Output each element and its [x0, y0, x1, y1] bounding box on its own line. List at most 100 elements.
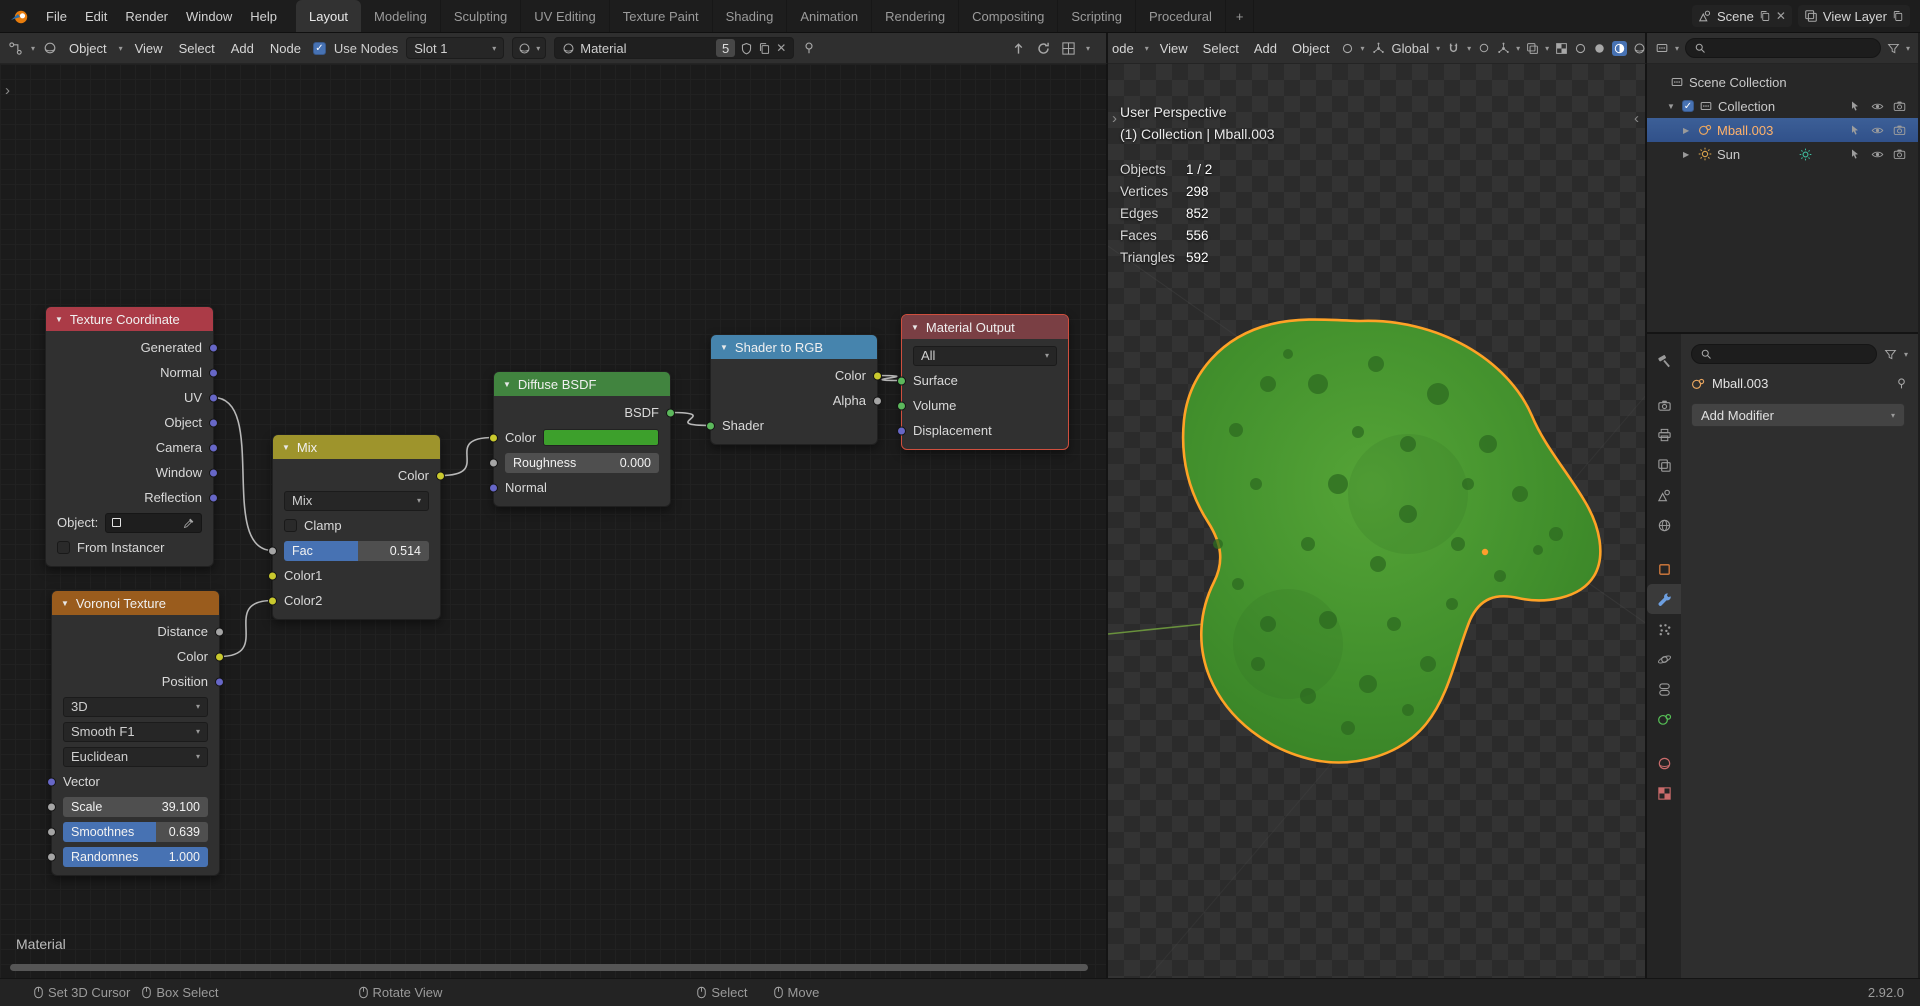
- tab-shading[interactable]: Shading: [713, 0, 788, 32]
- tab-scene-icon[interactable]: [1647, 480, 1681, 510]
- menu-select[interactable]: Select: [175, 41, 219, 56]
- tab-object-data-icon[interactable]: [1647, 704, 1681, 734]
- output-target-dropdown[interactable]: All ▾: [913, 345, 1057, 366]
- menu-window[interactable]: Window: [177, 0, 241, 32]
- socket-scale-input[interactable]: [47, 802, 56, 811]
- node-voronoi-texture[interactable]: ▼ Voronoi Texture Distance Color Positio…: [47, 590, 224, 876]
- tab-animation[interactable]: Animation: [787, 0, 873, 32]
- new-scene-icon[interactable]: [1759, 10, 1771, 22]
- tab-scripting[interactable]: Scripting: [1058, 0, 1136, 32]
- socket-uv-output[interactable]: [209, 393, 218, 402]
- hide-eye-icon[interactable]: [1866, 100, 1888, 113]
- viewport-toolbar-chevron-icon[interactable]: ›: [1112, 110, 1117, 127]
- pin-icon[interactable]: [802, 41, 816, 55]
- menu-node[interactable]: Node: [266, 41, 305, 56]
- tab-view-layer-icon[interactable]: [1647, 450, 1681, 480]
- outliner-row-mball[interactable]: ▶ Mball.003: [1647, 118, 1918, 142]
- expand-icon[interactable]: ▶: [1683, 126, 1693, 135]
- scale-value-field[interactable]: Scale 39.100: [63, 796, 208, 817]
- orientation-dropdown[interactable]: Global: [1392, 41, 1430, 56]
- node-diffuse-bsdf[interactable]: ▼ Diffuse BSDF BSDF Color Roughness 0.000…: [489, 371, 675, 507]
- show-gizmo-icon[interactable]: [1497, 42, 1510, 55]
- socket-alpha-output[interactable]: [873, 396, 882, 405]
- selectable-icon[interactable]: [1844, 100, 1866, 113]
- collapse-icon[interactable]: ▼: [61, 599, 69, 608]
- new-material-icon[interactable]: [758, 42, 771, 55]
- menu-edit[interactable]: Edit: [76, 0, 116, 32]
- socket-surface-input[interactable]: [897, 376, 906, 385]
- go-parent-node-tree-icon[interactable]: [1011, 41, 1026, 56]
- vp-menu-view[interactable]: View: [1156, 41, 1192, 56]
- expand-icon[interactable]: ▼: [1667, 102, 1677, 111]
- socket-fac-input[interactable]: [268, 546, 277, 555]
- socket-vector-input[interactable]: [47, 777, 56, 786]
- expand-icon[interactable]: ▶: [1683, 150, 1693, 159]
- voronoi-metric-dropdown[interactable]: Euclidean ▾: [63, 746, 208, 767]
- view-layer-selector[interactable]: View Layer: [1797, 5, 1910, 27]
- material-users-count[interactable]: 5: [715, 39, 736, 57]
- outliner-row-sun[interactable]: ▶ Sun: [1647, 142, 1918, 166]
- show-overlays-icon[interactable]: [1526, 42, 1539, 55]
- socket-camera-output[interactable]: [209, 443, 218, 452]
- viewport-sidebar-chevron-icon[interactable]: ‹: [1634, 110, 1639, 127]
- outliner-search-input[interactable]: [1685, 38, 1881, 58]
- randomness-slider[interactable]: Randomnes 1.000: [63, 846, 208, 867]
- blender-logo-icon[interactable]: [0, 0, 37, 32]
- properties-filter-icon[interactable]: [1884, 348, 1897, 361]
- socket-window-output[interactable]: [209, 468, 218, 477]
- tab-texture-paint[interactable]: Texture Paint: [610, 0, 713, 32]
- voronoi-feature-dropdown[interactable]: Smooth F1 ▾: [63, 721, 208, 742]
- menu-file[interactable]: File: [37, 0, 76, 32]
- tab-uv-editing[interactable]: UV Editing: [521, 0, 610, 32]
- collapse-icon[interactable]: ▼: [503, 380, 511, 389]
- shading-rendered-icon[interactable]: [1633, 42, 1646, 55]
- editor-type-icon[interactable]: [8, 41, 23, 56]
- add-workspace-button[interactable]: +: [1226, 0, 1255, 32]
- socket-object-output[interactable]: [209, 418, 218, 427]
- snapping-grid-icon[interactable]: [1061, 41, 1076, 56]
- menu-add[interactable]: Add: [227, 41, 258, 56]
- node-mix[interactable]: ▼ Mix Color Mix ▾ Clamp Fac 0.514 Color1 C…: [268, 434, 445, 620]
- shader-editor[interactable]: › ▼ Texture Coordinate Generated Normal …: [0, 64, 1108, 978]
- socket-smoothness-input[interactable]: [47, 827, 56, 836]
- vp-menu-add[interactable]: Add: [1250, 41, 1281, 56]
- socket-normal-output[interactable]: [209, 368, 218, 377]
- tab-particles-icon[interactable]: [1647, 614, 1681, 644]
- socket-volume-input[interactable]: [897, 401, 906, 410]
- socket-roughness-input[interactable]: [489, 458, 498, 467]
- use-nodes-checkbox[interactable]: ✓: [312, 41, 326, 55]
- menu-render[interactable]: Render: [116, 0, 177, 32]
- socket-color-input[interactable]: [489, 433, 498, 442]
- render-visibility-camera-icon[interactable]: [1888, 148, 1910, 161]
- tab-material-icon[interactable]: [1647, 748, 1681, 778]
- shading-material-preview-icon[interactable]: [1612, 40, 1628, 56]
- fac-slider[interactable]: Fac 0.514: [284, 540, 429, 561]
- menu-view[interactable]: View: [131, 41, 167, 56]
- vp-menu-select[interactable]: Select: [1199, 41, 1243, 56]
- tab-texture-icon[interactable]: [1647, 778, 1681, 808]
- socket-randomness-input[interactable]: [47, 852, 56, 861]
- tab-constraints-icon[interactable]: [1647, 674, 1681, 704]
- xray-toggle-icon[interactable]: [1555, 42, 1568, 55]
- outliner-row-scene-collection[interactable]: Scene Collection: [1647, 70, 1918, 94]
- vp-menu-object[interactable]: Object: [1288, 41, 1334, 56]
- proportional-edit-icon[interactable]: [1478, 42, 1490, 54]
- collapse-icon[interactable]: ▼: [282, 443, 290, 452]
- render-visibility-camera-icon[interactable]: [1888, 124, 1910, 137]
- collapse-icon[interactable]: ▼: [720, 343, 728, 352]
- node-shader-to-rgb[interactable]: ▼ Shader to RGB Color Alpha Shader: [706, 334, 882, 445]
- material-name-field[interactable]: Material 5 ✕: [554, 37, 795, 59]
- shading-wireframe-icon[interactable]: [1574, 42, 1587, 55]
- new-view-layer-icon[interactable]: [1892, 10, 1904, 22]
- add-modifier-dropdown[interactable]: Add Modifier ▾: [1691, 403, 1905, 427]
- tab-output-icon[interactable]: [1647, 420, 1681, 450]
- socket-displacement-input[interactable]: [897, 426, 906, 435]
- horizontal-scrollbar[interactable]: [10, 964, 1088, 971]
- toolbar-toggle-chevron-icon[interactable]: ›: [5, 82, 10, 99]
- outliner-editor-icon[interactable]: [1655, 41, 1669, 55]
- node-material-output[interactable]: ▼ Material Output All ▾ Surface Volume Di…: [897, 314, 1069, 450]
- socket-position-output[interactable]: [215, 677, 224, 686]
- material-slot-dropdown[interactable]: Slot 1 ▾: [406, 37, 505, 59]
- browse-material-button[interactable]: ▾: [512, 37, 547, 59]
- node-texture-coordinate[interactable]: ▼ Texture Coordinate Generated Normal UV…: [45, 306, 218, 567]
